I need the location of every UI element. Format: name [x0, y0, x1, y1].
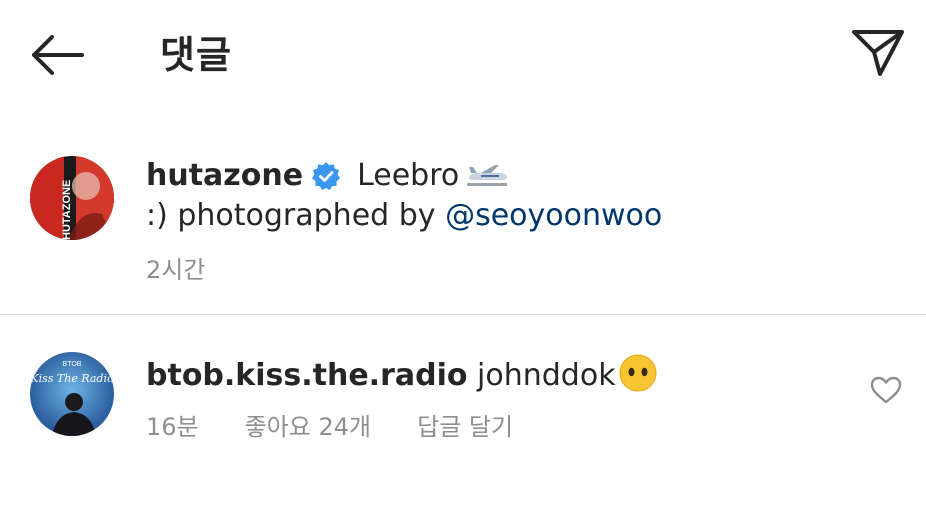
page-title: 댓글 [160, 33, 232, 77]
caption-timestamp: 2시간 [146, 256, 206, 284]
username[interactable]: hutazone [146, 158, 303, 193]
reply-button[interactable]: 답글 달기 [417, 413, 513, 441]
caption-text-2: :) photographed by [146, 198, 436, 233]
share-button[interactable] [850, 26, 906, 78]
caption-line: hutazone Leebro [146, 156, 509, 196]
verified-badge-icon [311, 161, 341, 191]
post-caption: HUTAZONE hutazone Leebro :) photographed… [0, 138, 926, 314]
avatar-label: HUTAZONE [61, 180, 73, 240]
comment-item: BTOB Kiss The Radio btob.kiss.the.radio … [0, 315, 926, 465]
comment-timestamp: 16분 [146, 413, 199, 441]
likes-count[interactable]: 좋아요 24개 [245, 413, 372, 441]
back-button[interactable] [28, 32, 86, 78]
mention-link[interactable]: @seoyoonwoo [445, 198, 662, 233]
heart-outline-icon [870, 376, 902, 404]
avatar[interactable]: BTOB Kiss The Radio [30, 352, 114, 436]
comment-line: btob.kiss.the.radio johnddok [146, 353, 658, 396]
top-bar: 댓글 [0, 0, 926, 108]
caption-line-2: :) photographed by @seoyoonwoo [146, 196, 662, 236]
neutral-face-emoji-icon [618, 353, 658, 393]
comment-text: johnddok [477, 358, 616, 393]
avatar[interactable]: HUTAZONE [30, 156, 114, 240]
arrow-left-icon [32, 35, 84, 75]
avatar-label-top: BTOB [63, 361, 82, 368]
airplane-icon [465, 159, 509, 186]
comment-meta: 16분 좋아요 24개 답글 달기 [146, 407, 559, 442]
caption-text: Leebro [357, 158, 460, 193]
avatar-label: Kiss The Radio [30, 372, 114, 385]
comment-username[interactable]: btob.kiss.the.radio [146, 358, 468, 393]
like-button[interactable] [870, 375, 902, 405]
paper-plane-icon [852, 30, 904, 76]
